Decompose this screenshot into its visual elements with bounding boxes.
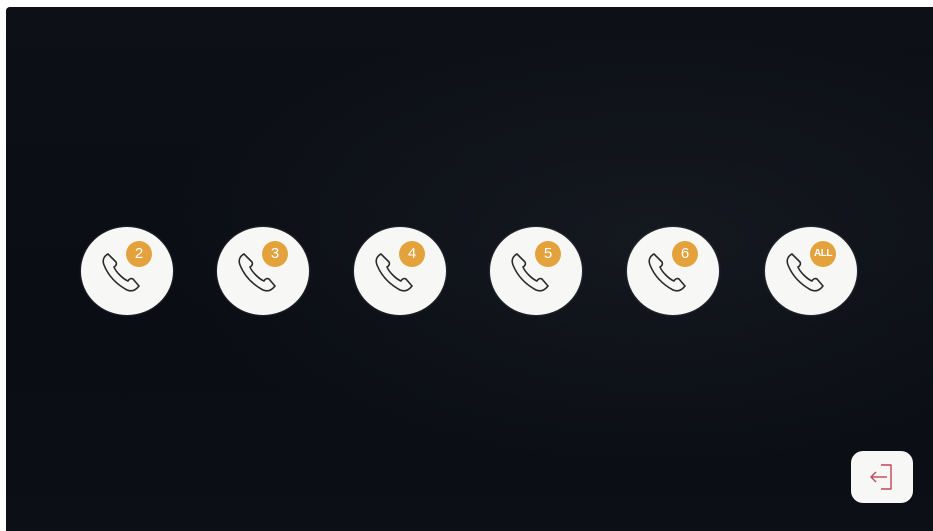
monitor-number-badge: 6 (672, 241, 698, 267)
intercom-screen: 2 3 4 5 6 ALL (6, 7, 933, 531)
monitor-number-badge: 4 (399, 241, 425, 267)
monitor-number-badge: 3 (262, 241, 288, 267)
call-monitor-3-button[interactable]: 3 (217, 227, 309, 315)
monitor-number-badge: 2 (126, 241, 152, 267)
call-monitor-2-button[interactable]: 2 (81, 227, 173, 315)
call-all-button[interactable]: ALL (765, 227, 857, 315)
call-monitor-4-button[interactable]: 4 (354, 227, 446, 315)
exit-arrow-icon (870, 464, 892, 490)
monitor-number-badge: ALL (810, 241, 836, 267)
exit-button[interactable] (851, 451, 913, 503)
call-button-row: 2 3 4 5 6 ALL (6, 7, 933, 531)
call-monitor-6-button[interactable]: 6 (627, 227, 719, 315)
call-monitor-5-button[interactable]: 5 (490, 227, 582, 315)
monitor-number-badge: 5 (535, 241, 561, 267)
